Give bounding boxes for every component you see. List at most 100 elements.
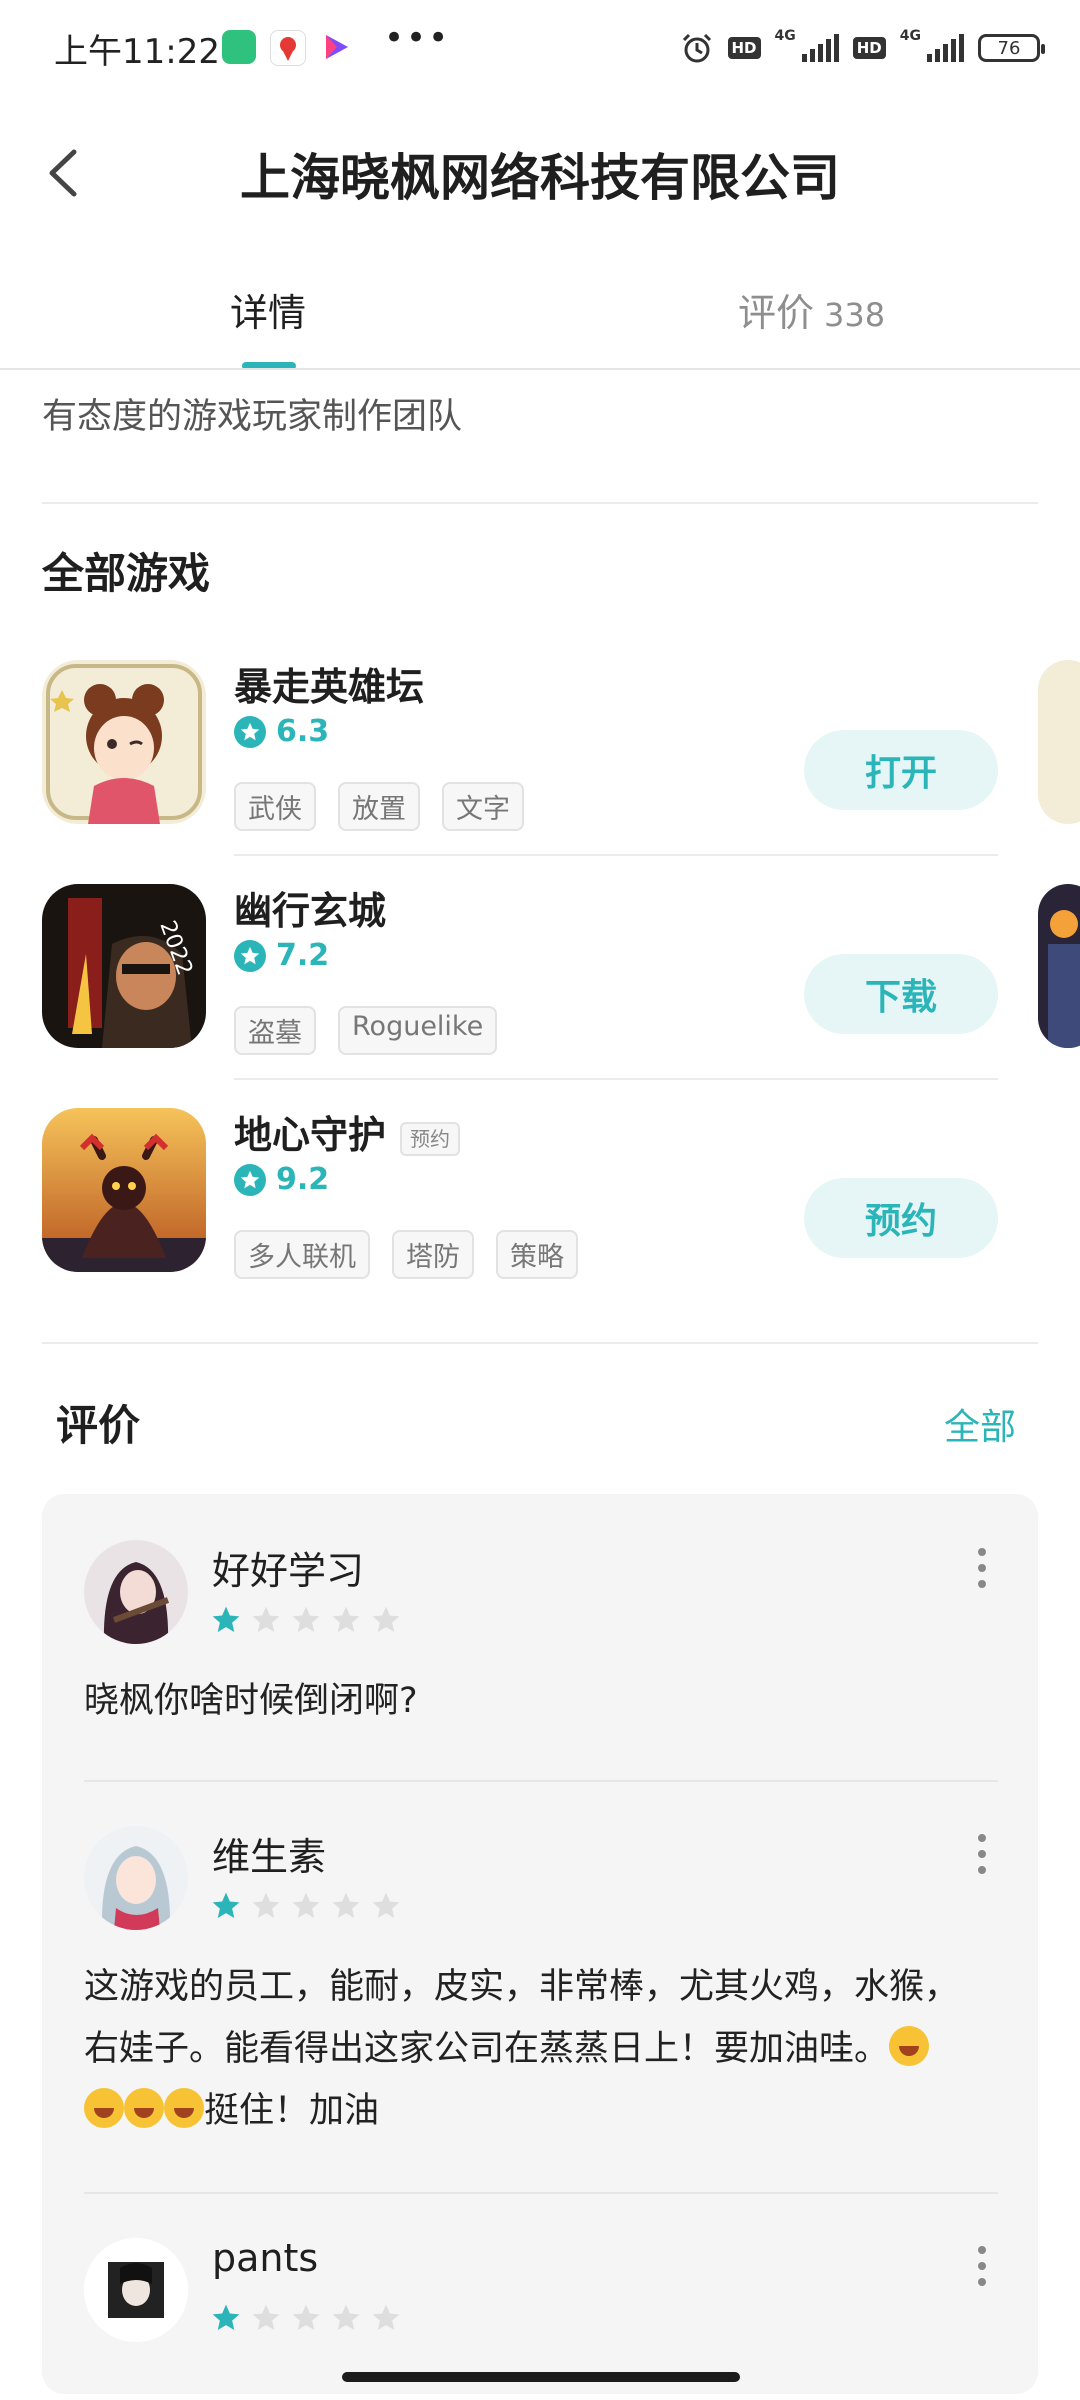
tag[interactable]: 文字	[442, 782, 524, 831]
star-empty-icon	[332, 2304, 360, 2330]
status-time: 上午11:22	[54, 32, 220, 72]
section-divider	[42, 1342, 1038, 1344]
star-empty-icon	[252, 1606, 280, 1632]
home-indicator[interactable]	[342, 2372, 740, 2382]
app-notification-icon	[222, 30, 256, 64]
avatar[interactable]	[84, 1540, 188, 1644]
games-section-title: 全部游戏	[42, 549, 211, 598]
signal-icon	[801, 34, 839, 62]
review-username[interactable]: 维生素	[212, 1826, 326, 1881]
star-filled-icon	[212, 2304, 240, 2330]
rating-star-icon	[234, 939, 266, 972]
carousel-peek-image[interactable]	[1038, 660, 1080, 824]
game-icon-baozou[interactable]	[42, 660, 206, 824]
review-divider	[84, 1780, 998, 1782]
battery-level: 76	[997, 37, 1021, 59]
star-filled-icon	[212, 1892, 240, 1918]
map-notification-icon	[270, 30, 306, 66]
star-empty-icon	[332, 1606, 360, 1632]
review-stars	[210, 1890, 402, 1922]
network-type: 4G	[774, 28, 796, 44]
game-icon-dixin[interactable]	[42, 1108, 206, 1272]
tag[interactable]: 武侠	[234, 782, 316, 831]
review-stars	[210, 2302, 402, 2334]
game-name[interactable]: 暴走英雄坛	[234, 656, 424, 711]
star-empty-icon	[372, 1892, 400, 1918]
game-name: 地心守护	[234, 1113, 387, 1157]
star-empty-icon	[292, 1892, 320, 1918]
review-divider	[84, 2192, 998, 2194]
review-text[interactable]: 这游戏的员工，能耐，皮实，非常棒，尤其火鸡，水猴， 右娃子。能看得出这家公司在蒸…	[84, 1956, 1004, 2142]
laughing-emoji-icon	[124, 2088, 164, 2128]
reviews-card	[42, 1494, 1038, 2394]
rating-value: 7.2	[276, 938, 330, 973]
carousel-peek-image[interactable]	[1038, 884, 1080, 1048]
star-empty-icon	[332, 1892, 360, 1918]
game-name-row[interactable]: 地心守护 预约	[234, 1104, 461, 1159]
more-options-icon[interactable]	[974, 1834, 990, 1874]
tab-reviews-count: 338	[824, 296, 886, 334]
game-rating: 9.2	[234, 1162, 329, 1197]
tag[interactable]: 多人联机	[234, 1230, 370, 1279]
star-empty-icon	[252, 1892, 280, 1918]
rating-star-icon	[234, 1163, 266, 1196]
game-rating: 6.3	[234, 714, 329, 749]
avatar[interactable]	[84, 2238, 188, 2342]
star-empty-icon	[292, 2304, 320, 2330]
tag[interactable]: 塔防	[392, 1230, 474, 1279]
row-divider	[234, 854, 998, 856]
tab-reviews-label: 评价	[738, 291, 815, 335]
reserve-button[interactable]: 预约	[804, 1178, 998, 1258]
row-divider	[234, 1078, 998, 1080]
laughing-emoji-icon	[84, 2088, 124, 2128]
more-options-icon[interactable]	[974, 2246, 990, 2286]
review-text-line: 这游戏的员工，能耐，皮实，非常棒，尤其火鸡，水猴，	[84, 1967, 960, 2007]
review-text-line-3: 挺住！加油	[84, 2080, 1004, 2142]
download-button[interactable]: 下载	[804, 954, 998, 1034]
signal-icon-2	[927, 34, 964, 62]
battery-icon: 76	[978, 34, 1045, 62]
star-empty-icon	[252, 2304, 280, 2330]
laughing-emoji-icon	[889, 2026, 930, 2066]
page-title: 上海晓枫网络科技有限公司	[240, 149, 840, 207]
company-intro: 有态度的游戏玩家制作团队	[42, 397, 463, 437]
rating-value: 6.3	[276, 714, 330, 749]
star-empty-icon	[372, 2304, 400, 2330]
review-stars	[210, 1604, 402, 1636]
tab-divider	[0, 368, 1080, 370]
review-username[interactable]: pants	[212, 2236, 318, 2280]
game-icon-youxing[interactable]: 2022	[42, 884, 206, 1048]
avatar[interactable]	[84, 1826, 188, 1930]
more-notifications-icon: •••	[384, 18, 451, 58]
play-notification-icon	[318, 30, 352, 64]
open-button[interactable]: 打开	[804, 730, 998, 810]
network-type-2: 4G	[899, 28, 921, 44]
hd-badge: HD	[727, 37, 761, 59]
all-reviews-link[interactable]: 全部	[944, 1398, 1016, 1450]
tab-reviews[interactable]: 评价 338	[738, 282, 885, 337]
section-divider	[42, 502, 1038, 504]
alarm-icon	[682, 33, 711, 63]
review-text[interactable]: 晓枫你啥时候倒闭啊?	[84, 1670, 1004, 1732]
game-tags: 武侠 放置 文字	[234, 782, 524, 831]
tag[interactable]: 策略	[496, 1230, 578, 1279]
review-text-line-2: 右娃子。能看得出这家公司在蒸蒸日上！要加油哇。	[84, 2018, 1004, 2080]
star-filled-icon	[212, 1606, 240, 1632]
preorder-badge: 预约	[400, 1122, 461, 1156]
tag[interactable]: 盗墓	[234, 1006, 316, 1055]
review-username[interactable]: 好好学习	[212, 1540, 364, 1595]
game-name[interactable]: 幽行玄城	[234, 880, 386, 935]
tab-details[interactable]: 详情	[230, 282, 306, 337]
review-text-line: 挺住！加油	[204, 2091, 380, 2131]
more-options-icon[interactable]	[974, 1548, 990, 1588]
tag[interactable]: Roguelike	[338, 1006, 498, 1055]
star-empty-icon	[372, 1606, 400, 1632]
game-rating: 7.2	[234, 938, 329, 973]
review-text-line: 右娃子。能看得出这家公司在蒸蒸日上！要加油哇。	[84, 2029, 890, 2069]
star-empty-icon	[292, 1606, 320, 1632]
status-indicators: HD 4G HD 4G 76	[680, 28, 1045, 68]
hd-badge-2: HD	[852, 37, 886, 59]
tag[interactable]: 放置	[338, 782, 420, 831]
reviews-section-title: 评价	[56, 1401, 141, 1450]
game-tags: 盗墓 Roguelike	[234, 1006, 498, 1055]
